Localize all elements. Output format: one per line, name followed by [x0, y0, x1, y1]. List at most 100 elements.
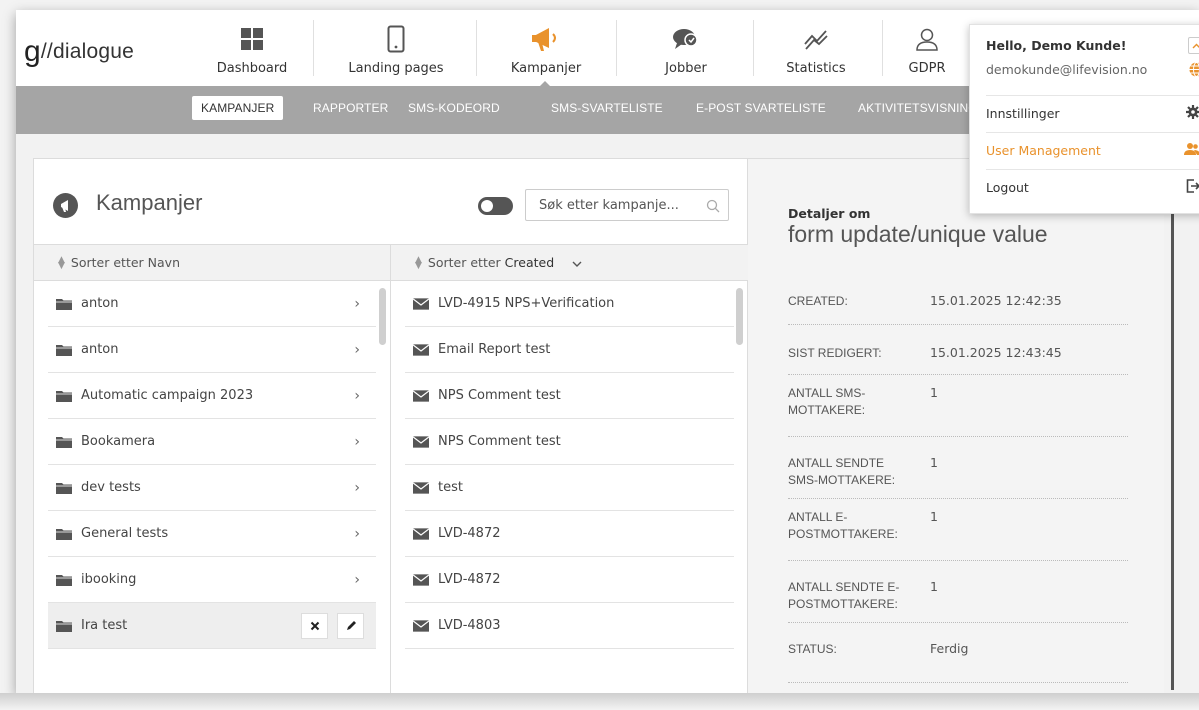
nav-jobber[interactable]: Jobber	[631, 10, 741, 86]
dialogue-logo[interactable]: g//dialogue	[24, 32, 134, 68]
sort-by-name[interactable]: ▲ ▼ Sorter etter Navn	[34, 245, 390, 281]
user-email: demokunde@lifevision.no	[986, 62, 1148, 77]
menu-settings[interactable]: Innstillinger	[986, 95, 1199, 131]
folder-name: anton	[81, 296, 119, 311]
sort-by-created[interactable]: ▲ ▼ Sorter etter Created	[391, 245, 748, 281]
window-shadow	[0, 693, 1199, 710]
nav-statistics[interactable]: Statistics	[761, 10, 871, 86]
subnav-epost-svarteliste[interactable]: E-POST SVARTELISTE	[696, 101, 826, 115]
search-icon[interactable]	[706, 198, 720, 217]
chevron-right-icon: ›	[354, 342, 360, 358]
menu-logout[interactable]: Logout	[986, 169, 1199, 205]
sort-icon: ▲ ▼	[415, 254, 422, 271]
folder-row[interactable]: Bookamera ›	[48, 419, 376, 465]
campaign-row[interactable]: LVD-4803	[405, 603, 734, 649]
folder-row[interactable]: Ira test	[48, 603, 376, 649]
folder-icon	[56, 482, 72, 494]
subnav-sms-kodeord[interactable]: SMS-KODEORD	[408, 101, 500, 115]
nav-label: Dashboard	[216, 61, 288, 76]
detail-key: ANTALL SENDTE SMS-MOTTAKERE:	[788, 456, 896, 487]
campaign-browser: Kampanjer ▲▼ Sorter etter Navn anton›ant…	[34, 159, 748, 693]
folder-icon	[56, 298, 72, 310]
detail-row: SIST REDIGERT: 15.01.2025 12:43:45	[788, 325, 1128, 375]
envelope-icon	[413, 389, 429, 402]
nav-gdpr[interactable]: GDPR	[888, 10, 966, 86]
folder-row[interactable]: ibooking ›	[48, 557, 376, 603]
campaign-details: Detaljer om form update/unique value CRE…	[748, 159, 1164, 693]
chevron-down-icon[interactable]	[572, 255, 582, 270]
folder-name: Ira test	[81, 618, 128, 633]
envelope-icon	[413, 619, 429, 632]
campaign-name: LVD-4803	[438, 618, 501, 633]
nav-label: Kampanjer	[510, 61, 582, 76]
folder-icon	[56, 390, 72, 402]
subnav-rapporter[interactable]: RAPPORTER	[313, 101, 388, 115]
collapse-menu-button[interactable]	[1188, 37, 1199, 54]
user-menu: Hello, Demo Kunde! demokunde@lifevision.…	[969, 24, 1199, 214]
envelope-icon	[413, 481, 429, 494]
subnav-aktivitetsvisning[interactable]: AKTIVITETSVISNING	[858, 101, 978, 115]
globe-icon[interactable]	[1189, 62, 1199, 81]
envelope-icon	[413, 527, 429, 540]
nav-label: Statistics	[786, 61, 846, 76]
megaphone-icon	[53, 193, 78, 218]
folder-list: ▲ ▼ Sorter etter Navn anton › anton › Automat…	[34, 245, 391, 693]
subnav-kampanjer[interactable]: KAMPANJER	[192, 96, 284, 120]
users-icon	[1184, 142, 1199, 159]
chevron-right-icon: ›	[354, 434, 360, 450]
nav-kampanjer[interactable]: Kampanjer	[486, 10, 606, 86]
detail-key: SIST REDIGERT:	[788, 346, 882, 360]
campaign-name: LVD-4872	[438, 572, 501, 587]
campaign-row[interactable]: NPS Comment test	[405, 373, 734, 419]
nav-divider	[313, 20, 314, 76]
campaign-row[interactable]: LVD-4872	[405, 557, 734, 603]
campaign-row[interactable]: test	[405, 465, 734, 511]
search-input[interactable]	[526, 190, 702, 220]
detail-value: Ferdig	[930, 641, 969, 656]
campaign-name: Email Report test	[438, 342, 551, 357]
dashboard-icon	[241, 23, 263, 55]
nav-dashboard[interactable]: Dashboard	[196, 10, 308, 86]
menu-user-management[interactable]: User Management	[986, 132, 1199, 168]
edit-folder-button[interactable]	[337, 613, 364, 639]
campaign-name: NPS Comment test	[438, 388, 561, 403]
campaign-name: test	[438, 480, 463, 495]
archive-toggle[interactable]	[478, 197, 513, 215]
nav-landing-pages[interactable]: Landing pages	[326, 10, 466, 86]
folder-row[interactable]: Automatic campaign 2023 ›	[48, 373, 376, 419]
detail-value: 1	[930, 385, 938, 400]
folder-icon	[56, 528, 72, 540]
folder-row[interactable]: dev tests ›	[48, 465, 376, 511]
folder-row[interactable]: anton ›	[48, 281, 376, 327]
delete-folder-button[interactable]	[301, 613, 328, 639]
detail-value: 1	[930, 455, 938, 470]
nav-divider	[882, 20, 883, 76]
folder-name: General tests	[81, 526, 169, 541]
subnav-sms-svarteliste[interactable]: SMS-SVARTELISTE	[551, 101, 663, 115]
campaign-row[interactable]: LVD-4872	[405, 511, 734, 557]
details-title: form update/unique value	[788, 221, 1048, 247]
folder-row[interactable]: General tests ›	[48, 511, 376, 557]
detail-value: 15.01.2025 12:43:45	[930, 345, 1062, 360]
envelope-icon	[413, 435, 429, 448]
folder-name: anton	[81, 342, 119, 357]
campaign-row[interactable]: NPS Comment test	[405, 419, 734, 465]
gear-icon	[1186, 105, 1199, 122]
chevron-right-icon: ›	[354, 388, 360, 404]
nav-label: Jobber	[665, 61, 707, 76]
scrollbar[interactable]	[736, 288, 743, 345]
detail-key: STATUS:	[788, 642, 837, 656]
detail-key: ANTALL SMS-MOTTAKERE:	[788, 386, 866, 417]
campaign-list: ▲ ▼ Sorter etter Created LVD-4915 NPS+Ver…	[391, 245, 748, 693]
mobile-icon	[387, 23, 405, 55]
campaign-row[interactable]: LVD-4915 NPS+Verification	[405, 281, 734, 327]
details-label: Detaljer om	[788, 206, 871, 221]
trend-icon	[803, 23, 829, 55]
detail-row: CREATED: 15.01.2025 12:42:35	[788, 273, 1128, 325]
nav-divider	[616, 20, 617, 76]
scrollbar[interactable]	[379, 288, 386, 345]
folder-icon	[56, 436, 72, 448]
folder-row[interactable]: anton ›	[48, 327, 376, 373]
detail-row: ANTALL SMS-MOTTAKERE: 1	[788, 375, 1128, 437]
campaign-row[interactable]: Email Report test	[405, 327, 734, 373]
